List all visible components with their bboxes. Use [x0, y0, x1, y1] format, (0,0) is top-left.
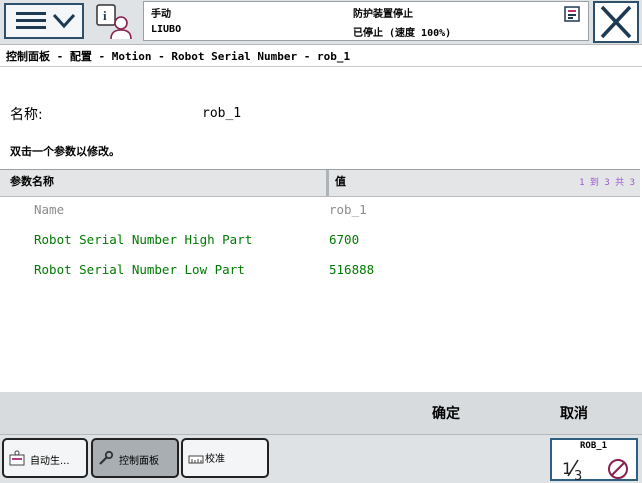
param-name: Name — [34, 202, 65, 217]
table-row[interactable]: Robot Serial Number High Part 6700 — [0, 227, 640, 255]
instruction-text: 双击一个参数以修改。 — [10, 145, 120, 158]
close-icon — [600, 5, 632, 39]
breadcrumb: 控制面板 - 配置 - Motion - Robot Serial Number… — [6, 50, 351, 63]
parameter-table: 参数名称 值 1 到 3 共 3 Name rob_1 Robot Serial N… — [0, 169, 640, 393]
task-control-panel[interactable]: 控制面板 — [91, 438, 179, 478]
task-label: 校准 — [205, 454, 225, 465]
divider — [0, 66, 642, 67]
svg-text:i: i — [103, 8, 107, 23]
status-flag-icon — [564, 6, 580, 22]
svg-text:3: 3 — [574, 469, 582, 482]
param-value: 6700 — [329, 232, 360, 247]
calibration-icon — [188, 455, 204, 464]
param-value: 516888 — [329, 262, 375, 277]
event-log-button[interactable]: i — [95, 3, 137, 41]
wrench-icon — [99, 450, 114, 465]
cancel-button[interactable]: 取消 — [560, 403, 588, 423]
table-row[interactable]: Robot Serial Number Low Part 516888 — [0, 257, 640, 285]
name-value: rob_1 — [202, 106, 242, 121]
close-button[interactable] — [593, 1, 639, 43]
top-bar: i 手动 LIUBO 防护装置停止 已停止 (速度 100%) — [0, 0, 642, 45]
column-divider[interactable] — [326, 170, 329, 196]
column-header-param[interactable]: 参数名称 — [10, 173, 54, 189]
name-label: 名称: — [10, 107, 43, 123]
info-user-icon: i — [96, 4, 132, 40]
robot-selector[interactable]: ROB_1 1 3 — [550, 438, 638, 482]
param-name: Robot Serial Number Low Part — [34, 262, 245, 277]
task-label: 控制面板 — [119, 456, 159, 467]
task-calibration[interactable]: 校准 — [181, 438, 269, 478]
param-name: Robot Serial Number High Part — [34, 232, 253, 247]
param-value: rob_1 — [329, 202, 367, 217]
protection-status: 防护装置停止 — [353, 9, 413, 20]
controller-name: LIUBO — [151, 24, 182, 35]
table-header: 参数名称 值 1 到 3 共 3 — [0, 170, 640, 197]
robot-name: ROB_1 — [580, 441, 608, 451]
taskbar: 自动生... 控制面板 校准 ROB_1 1 3 — [0, 434, 642, 483]
column-header-value[interactable]: 值 — [335, 173, 346, 189]
run-status: 已停止 (速度 100%) — [353, 28, 452, 39]
menu-button[interactable] — [4, 3, 84, 39]
svg-text:1: 1 — [562, 459, 572, 478]
task-label: 自动生... — [30, 456, 70, 467]
auto-production-icon — [9, 450, 25, 466]
robot-unit-icon: 1 3 — [562, 459, 628, 482]
mode-text: 手动 — [151, 9, 171, 20]
menu-icon — [16, 12, 76, 29]
task-auto-production[interactable]: 自动生... — [2, 438, 88, 478]
row-count: 1 到 3 共 3 — [579, 178, 635, 188]
status-panel[interactable]: 手动 LIUBO 防护装置停止 已停止 (速度 100%) — [143, 1, 589, 41]
bottom-action-bar: 确定 取消 — [0, 392, 642, 434]
ok-button[interactable]: 确定 — [432, 403, 460, 423]
table-row[interactable]: Name rob_1 — [0, 197, 640, 225]
